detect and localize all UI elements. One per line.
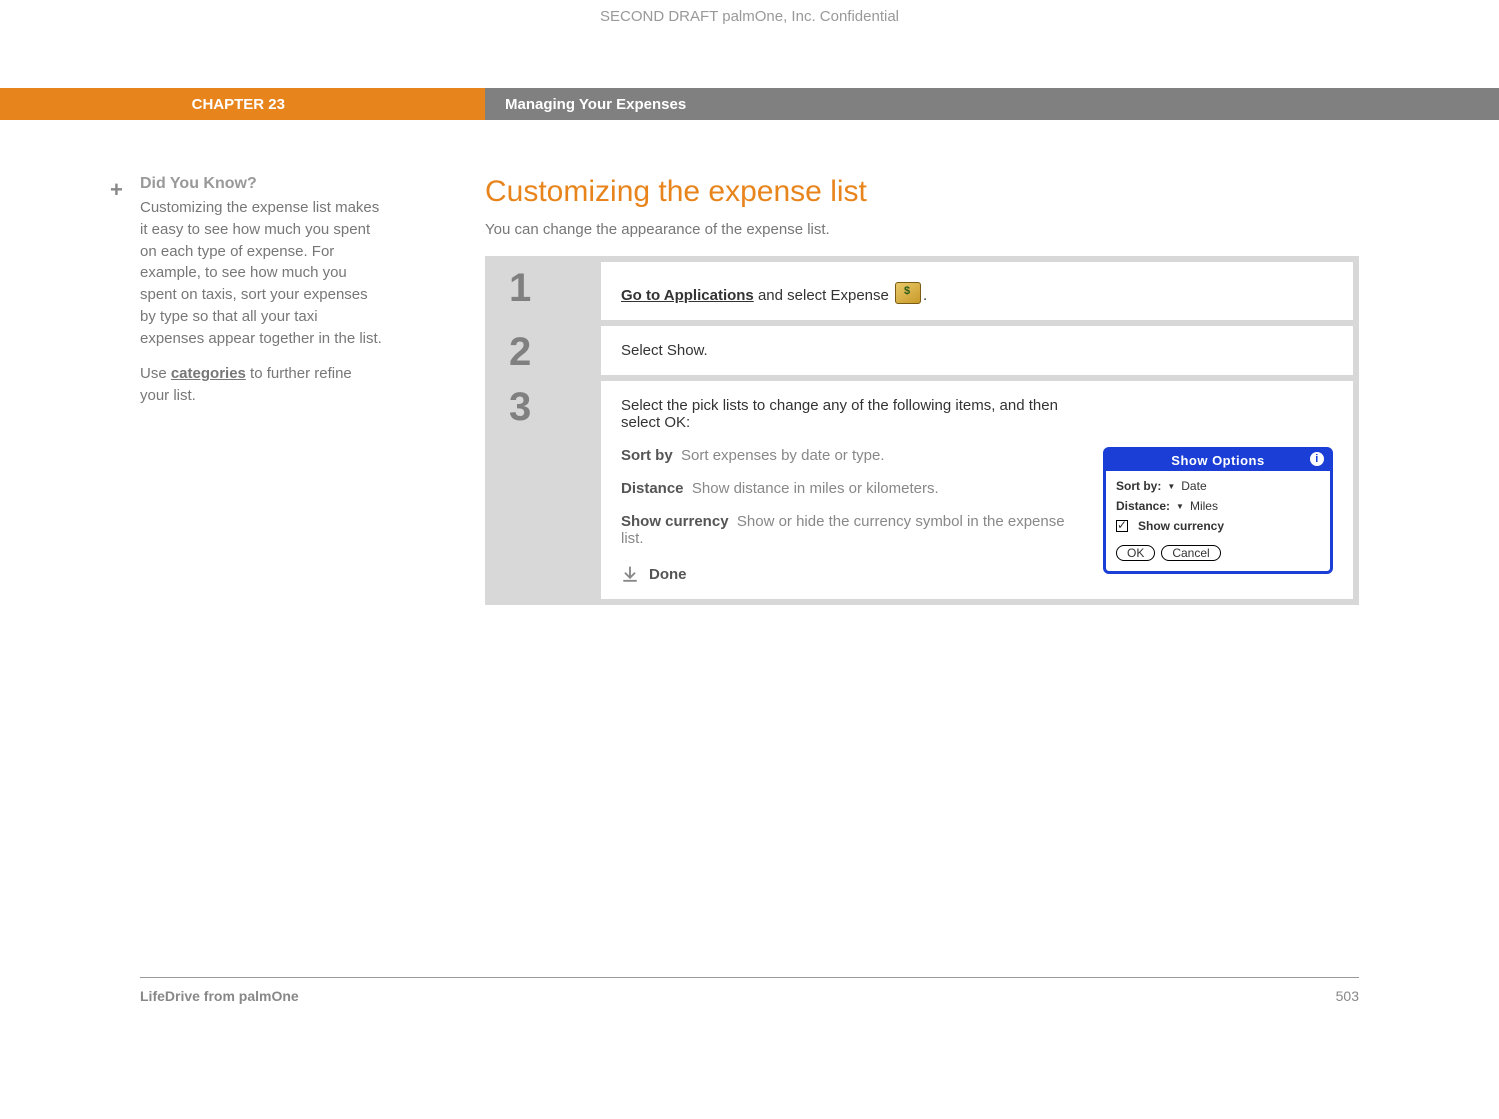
step-body: Select the pick lists to change any of t… <box>601 381 1353 599</box>
step-number: 1 <box>491 262 601 320</box>
dialog-button-row: OK Cancel <box>1116 545 1320 561</box>
dropdown-icon[interactable]: ▼ <box>1167 482 1175 491</box>
did-you-know-body: Customizing the expense list makes it ea… <box>140 197 385 349</box>
chapter-title: Managing Your Expenses <box>485 88 1499 120</box>
confidential-watermark: SECOND DRAFT palmOne, Inc. Confidential <box>0 8 1499 25</box>
content-area: + Did You Know? Customizing the expense … <box>0 175 1499 605</box>
sortby-label: Sort by: <box>1116 479 1161 493</box>
step-2: 2 Select Show. <box>491 326 1353 375</box>
page-footer: LifeDrive from palmOne 503 <box>140 977 1359 1004</box>
step-body: Select Show. <box>601 326 1353 375</box>
dialog-title: Show Options i <box>1106 450 1330 471</box>
distance-value[interactable]: Miles <box>1190 499 1218 513</box>
footer-product-name: LifeDrive from palmOne <box>140 988 299 1004</box>
expense-icon <box>895 282 921 304</box>
step-body: Go to Applications and select Expense . <box>601 262 1353 320</box>
option-desc: Show distance in miles or kilometers. <box>692 480 939 497</box>
categories-link[interactable]: categories <box>171 365 246 382</box>
info-icon[interactable]: i <box>1310 452 1324 466</box>
step-1: 1 Go to Applications and select Expense … <box>491 262 1353 320</box>
checkbox-icon[interactable] <box>1116 520 1128 532</box>
cancel-button[interactable]: Cancel <box>1161 545 1220 561</box>
go-to-applications-link[interactable]: Go to Applications <box>621 287 754 304</box>
step3-text-column: Select the pick lists to change any of t… <box>621 397 1073 583</box>
step1-tail: . <box>923 287 927 304</box>
option-label: Distance <box>621 480 684 497</box>
step-3: 3 Select the pick lists to change any of… <box>491 381 1353 599</box>
dialog-body: Sort by: ▼ Date Distance: ▼ Miles <box>1106 471 1330 571</box>
steps-container: 1 Go to Applications and select Expense … <box>485 256 1359 605</box>
option-label: Show currency <box>621 513 729 530</box>
header-bar: CHAPTER 23 Managing Your Expenses <box>0 88 1499 120</box>
option-showcurrency: Show currency Show or hide the currency … <box>621 513 1073 547</box>
sortby-value[interactable]: Date <box>1181 479 1206 493</box>
done-label: Done <box>649 566 687 583</box>
option-label: Sort by <box>621 447 673 464</box>
distance-label: Distance: <box>1116 499 1170 513</box>
done-row: Done <box>621 565 1073 583</box>
chapter-label: CHAPTER 23 <box>0 88 485 120</box>
page-number: 503 <box>1336 988 1359 1004</box>
show-options-dialog: Show Options i Sort by: ▼ Date Distance: <box>1103 447 1333 574</box>
done-arrow-icon <box>621 565 639 583</box>
ok-button[interactable]: OK <box>1116 545 1155 561</box>
option-distance: Distance Show distance in miles or kilom… <box>621 480 1073 497</box>
main-content: Customizing the expense list You can cha… <box>485 175 1499 605</box>
step1-text: and select Expense <box>754 287 893 304</box>
step-number: 2 <box>491 326 601 375</box>
section-subtitle: You can change the appearance of the exp… <box>485 221 1359 238</box>
step2-text: Select Show. <box>621 342 1333 359</box>
plus-icon: + <box>110 177 123 203</box>
dyk-pre: Use <box>140 365 171 382</box>
distance-row: Distance: ▼ Miles <box>1116 499 1320 513</box>
showcurrency-label: Show currency <box>1138 519 1224 533</box>
option-desc: Sort expenses by date or type. <box>681 447 884 464</box>
step-number: 3 <box>491 381 601 599</box>
dropdown-icon[interactable]: ▼ <box>1176 502 1184 511</box>
section-title: Customizing the expense list <box>485 175 1359 209</box>
option-sortby: Sort by Sort expenses by date or type. <box>621 447 1073 464</box>
did-you-know-body2: Use categories to further refine your li… <box>140 363 385 407</box>
sortby-row: Sort by: ▼ Date <box>1116 479 1320 493</box>
sidebar: + Did You Know? Customizing the expense … <box>0 175 485 605</box>
dialog-title-text: Show Options <box>1171 453 1264 468</box>
did-you-know-title: Did You Know? <box>140 175 385 193</box>
step3-intro: Select the pick lists to change any of t… <box>621 397 1073 431</box>
did-you-know-box: + Did You Know? Customizing the expense … <box>140 175 385 407</box>
showcurrency-row: Show currency <box>1116 519 1320 533</box>
